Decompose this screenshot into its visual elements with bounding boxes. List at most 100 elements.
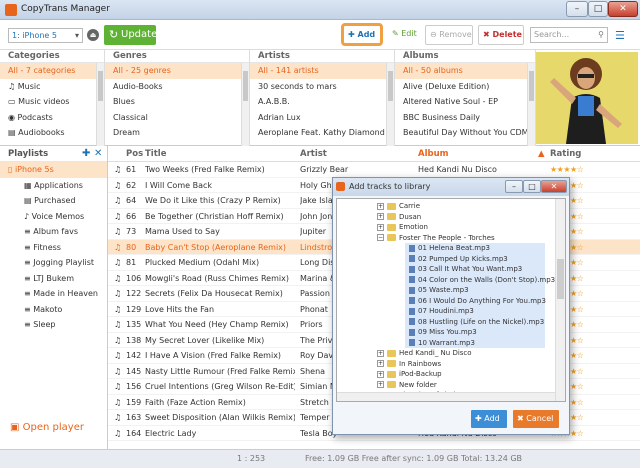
dialog-cancel-button[interactable]: ✖ Cancel: [513, 410, 559, 428]
tree-file-item[interactable]: 05 Waste.mp3: [405, 285, 545, 296]
playlists-panel: Playlists ✚ ✕ ▯ iPhone 5s ▦ Applications…: [0, 146, 108, 449]
artist-item[interactable]: Adrian Lux: [250, 110, 394, 126]
playlist-item[interactable]: ▦ Applications: [0, 178, 107, 194]
tree-file-item[interactable]: 04 Color on the Walls (Don't Stop).mp3: [405, 274, 555, 285]
scrollbar-thumb[interactable]: [529, 71, 534, 101]
genre-item[interactable]: Audio-Books: [105, 79, 249, 95]
category-item[interactable]: All - 7 categories: [0, 63, 104, 79]
collapse-icon[interactable]: ✕: [94, 148, 102, 159]
expand-icon[interactable]: +: [377, 360, 384, 367]
album-item[interactable]: BBC Business Daily: [395, 110, 535, 126]
col-album[interactable]: Album: [418, 149, 449, 159]
scrollbar[interactable]: [96, 63, 104, 146]
tree-file-item[interactable]: 02 Pumped Up Kicks.mp3: [405, 253, 545, 264]
playlist-item[interactable]: ≡ Makoto: [0, 302, 107, 318]
playlist-item[interactable]: ≡ Sleep: [0, 317, 107, 333]
collapse-icon[interactable]: −: [377, 234, 384, 241]
col-pos[interactable]: Pos: [126, 149, 143, 159]
album-item[interactable]: Beautiful Day Without You CDM: [395, 125, 535, 141]
tree-file-item[interactable]: 06 I Would Do Anything For You.mp3: [405, 295, 546, 306]
playlist-item[interactable]: ≡ Jogging Playlist: [0, 255, 107, 271]
artist-item[interactable]: Aeroplane Feat. Kathy Diamond: [250, 125, 394, 141]
playlist-item[interactable]: ≡ Fitness: [0, 240, 107, 256]
tree-file-item[interactable]: 08 Hustling (Life on the Nickel).mp3: [405, 316, 545, 327]
add-playlist-icon[interactable]: ✚: [82, 148, 90, 159]
expand-icon[interactable]: +: [377, 202, 384, 210]
artist-item[interactable]: 30 seconds to mars: [250, 79, 394, 95]
genre-item[interactable]: Classical: [105, 110, 249, 126]
playlist-item[interactable]: ≡ LTJ Bukem: [0, 271, 107, 287]
category-item[interactable]: ▤ Audiobooks: [0, 125, 104, 141]
hamburger-menu-icon[interactable]: ☰: [615, 29, 625, 42]
cell-title: Plucked Medium (Odahl Mix): [145, 258, 260, 267]
search-input[interactable]: Search... ⚲: [530, 27, 608, 43]
dialog-minimize-button[interactable]: –: [505, 180, 523, 193]
scrollbar[interactable]: [241, 63, 249, 146]
tree-file-item[interactable]: 10 Warrant.mp3: [405, 337, 545, 348]
tree-file-item[interactable]: 03 Call It What You Want.mp3: [405, 264, 545, 275]
playlist-item[interactable]: ≡ Album favs: [0, 224, 107, 240]
dialog-add-button[interactable]: ✚ Add: [471, 410, 507, 428]
tree-item-label: 01 Helena Beat.mp3: [418, 244, 490, 252]
dialog-close-button[interactable]: ✕: [541, 180, 567, 193]
update-button[interactable]: ↻ Update: [104, 25, 157, 45]
tree-folder-item[interactable]: − Foster The People - Torches: [337, 233, 555, 244]
col-artist[interactable]: Artist: [300, 149, 327, 159]
scrollbar-thumb[interactable]: [388, 71, 393, 101]
tree-folder-item[interactable]: + In Rainbows: [337, 359, 555, 370]
scrollbar[interactable]: [527, 63, 535, 146]
device-select[interactable]: 1: iPhone 5 ▾: [8, 28, 83, 43]
scrollbar-thumb[interactable]: [243, 71, 248, 101]
expand-icon[interactable]: +: [377, 370, 384, 378]
artist-item[interactable]: A.A.B.B.: [250, 94, 394, 110]
eject-icon[interactable]: ⏏: [87, 29, 99, 41]
tree-folder-item[interactable]: + New folder: [337, 380, 555, 391]
tree-file-item[interactable]: 01 Helena Beat.mp3: [405, 243, 545, 254]
scrollbar-thumb[interactable]: [557, 259, 564, 299]
expand-icon[interactable]: +: [377, 349, 384, 357]
genre-item[interactable]: Blues: [105, 94, 249, 110]
tree-folder-item[interactable]: + iPod-Backup: [337, 369, 555, 380]
col-title[interactable]: Title: [145, 149, 166, 159]
category-item[interactable]: ▭ Music videos: [0, 94, 104, 110]
add-button[interactable]: ✚ Add: [341, 23, 383, 46]
open-player-button[interactable]: ▣ Open player: [10, 422, 84, 433]
delete-button[interactable]: ✖ Delete: [478, 25, 524, 45]
album-item[interactable]: Alive (Deluxe Edition): [395, 79, 535, 95]
tree-file-item[interactable]: 07 Houdini.mp3: [405, 306, 545, 317]
tree-folder-item[interactable]: + Hed Kandi_ Nu Disco: [337, 348, 555, 359]
tree-folder-item[interactable]: + Emotion: [337, 222, 555, 233]
artist-item[interactable]: All - 141 artists: [250, 63, 394, 79]
cell-rating[interactable]: ★★★★☆: [550, 165, 583, 174]
playlist-item[interactable]: ♪ Voice Memos: [0, 209, 107, 225]
col-rating[interactable]: Rating: [550, 149, 581, 159]
album-item[interactable]: All - 50 albums: [395, 63, 535, 79]
category-item[interactable]: ♫ Music: [0, 79, 104, 95]
close-button[interactable]: ✕: [608, 1, 638, 17]
expand-icon[interactable]: +: [377, 223, 384, 231]
maximize-button[interactable]: □: [588, 1, 608, 17]
dialog-maximize-button[interactable]: □: [523, 180, 541, 193]
tree-folder-item[interactable]: + Carrie: [337, 201, 555, 212]
tree-scrollbar[interactable]: [555, 199, 565, 401]
playlist-item[interactable]: ▤ Purchased: [0, 193, 107, 209]
category-item[interactable]: ◉ Podcasts: [0, 110, 104, 126]
tree-file-item[interactable]: 09 Miss You.mp3: [405, 327, 545, 338]
table-row[interactable]: ♫ 61 Two Weeks (Fred Falke Remix) Grizzly B…: [108, 162, 640, 178]
genre-item[interactable]: All - 25 genres: [105, 63, 249, 79]
expand-icon[interactable]: +: [377, 381, 384, 388]
edit-button[interactable]: ✎ Edit: [388, 25, 420, 45]
playlist-item[interactable]: ≡ Made in Heaven: [0, 286, 107, 302]
device-item[interactable]: ▯ iPhone 5s: [0, 162, 107, 178]
expand-icon[interactable]: +: [377, 213, 384, 220]
genre-item[interactable]: Dream: [105, 125, 249, 141]
scrollbar[interactable]: [386, 63, 394, 146]
tree-horizontal-scrollbar[interactable]: [337, 392, 555, 401]
album-item[interactable]: Altered Native Soul - EP: [395, 94, 535, 110]
cell-title: Sweet Disposition (Alan Wilkis Remix): [145, 413, 295, 422]
remove-button[interactable]: ⊖ Remove: [425, 25, 473, 45]
scrollbar-thumb[interactable]: [98, 71, 103, 101]
tree-folder-item[interactable]: + Dusan: [337, 212, 555, 223]
phone-icon: ▯: [8, 165, 15, 174]
minimize-button[interactable]: –: [566, 1, 588, 17]
